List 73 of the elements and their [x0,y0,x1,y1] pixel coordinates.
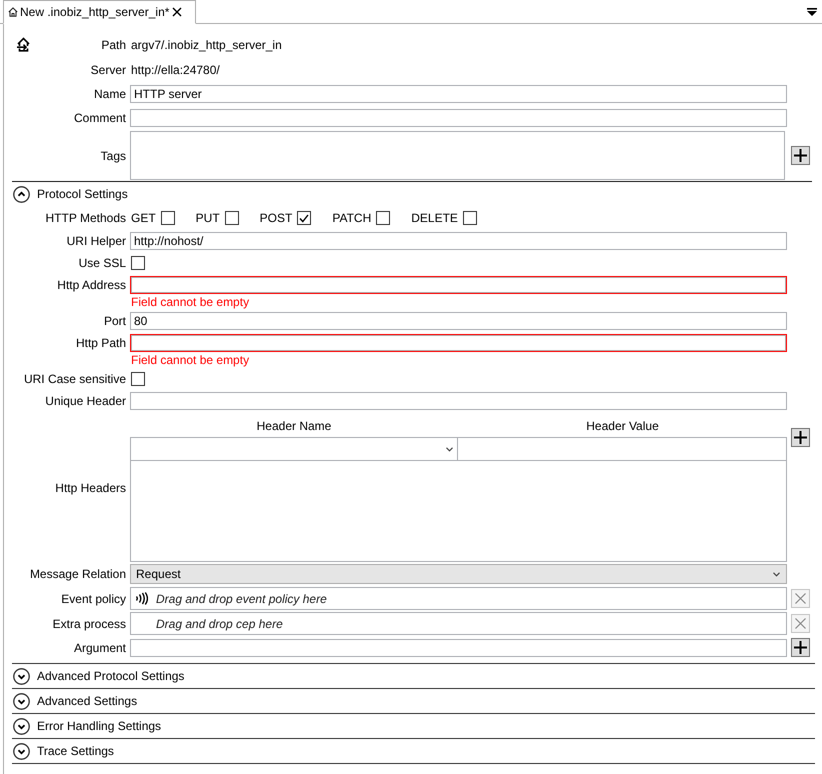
caret-down-icon [807,8,817,16]
method-label: DELETE [411,211,458,225]
add-button[interactable] [791,428,810,447]
plus-icon [794,641,807,654]
add-button[interactable] [791,146,810,165]
column-header: Header Value [586,418,659,432]
field-value: http://ella:24780/ [130,62,221,76]
x-icon [795,618,806,629]
checkbox[interactable] [131,372,145,386]
text-field[interactable] [130,392,787,410]
method-label: GET [131,211,156,225]
x-icon [795,593,806,604]
close-icon [172,7,182,17]
message-relation-dropdown[interactable]: Request [130,564,787,584]
checkbox[interactable] [376,211,390,225]
text-field[interactable]: 80 [130,312,787,330]
field-label: Path [101,38,126,52]
chevron-down-icon [773,572,780,576]
document-tab[interactable]: New .inobiz_http_server_in* [3,0,196,24]
drop-field[interactable]: Drag and drop event policy here [130,587,787,610]
text-field[interactable] [130,638,787,656]
field-label: Port [104,314,126,328]
section-header[interactable]: Error Handling Settings [12,714,815,738]
field-label: Argument [74,640,126,654]
field-label: URI Case sensitive [24,372,126,386]
checkbox[interactable] [131,256,145,270]
drop-field[interactable]: Drag and drop cep here [130,612,787,635]
add-button[interactable] [791,638,810,657]
field-label: Http Path [76,336,126,350]
section-header[interactable]: Trace Settings [12,739,815,763]
error-message: Field cannot be empty [130,352,250,368]
field-label: Event policy [61,592,126,606]
field-label: Http Address [57,278,126,292]
field-label: HTTP Methods [46,211,126,225]
field-label: Use SSL [78,256,126,270]
method-label: POST [260,211,292,225]
plus-icon [794,149,807,162]
checkbox[interactable] [224,211,239,225]
section-header[interactable]: Protocol Settings [12,182,815,206]
plus-icon [794,431,807,444]
text-field[interactable]: HTTP server [130,85,787,103]
checkbox[interactable] [160,211,175,225]
text-field[interactable]: http://nohost/ [130,232,787,250]
field-label: URI Helper [66,234,126,248]
house-arrow-icon [16,37,31,52]
field-value: argv7/.inobiz_http_server_in [130,38,283,52]
checkbox[interactable] [297,211,312,225]
sound-waves-icon [135,592,148,605]
error-message: Field cannot be empty [130,294,250,310]
close-tab-button[interactable] [171,6,183,18]
chevron-down-icon [446,446,453,452]
field-label: Tags [100,148,126,162]
field-label: Http Headers [55,481,126,495]
method-label: PUT [196,211,220,225]
check-icon [299,214,310,222]
field-label: Extra process [52,616,126,630]
section-header[interactable]: Advanced Protocol Settings [12,664,815,688]
text-field[interactable] [130,109,787,127]
field-label: Message Relation [30,567,126,581]
column-header: Header Name [256,418,332,432]
method-label: PATCH [332,211,372,225]
section-header[interactable]: Advanced Settings [12,689,815,713]
tags-field[interactable] [130,131,785,180]
header-value-field[interactable] [458,437,787,461]
text-field[interactable] [130,276,787,294]
field-label: Unique Header [45,394,126,408]
text-field[interactable] [130,334,787,352]
home-icon [8,7,18,17]
field-label: Name [94,87,126,101]
field-label: Comment [74,111,126,125]
checkbox[interactable] [462,211,477,225]
tab-list-button[interactable] [806,6,818,16]
field-label: Server [90,62,126,76]
